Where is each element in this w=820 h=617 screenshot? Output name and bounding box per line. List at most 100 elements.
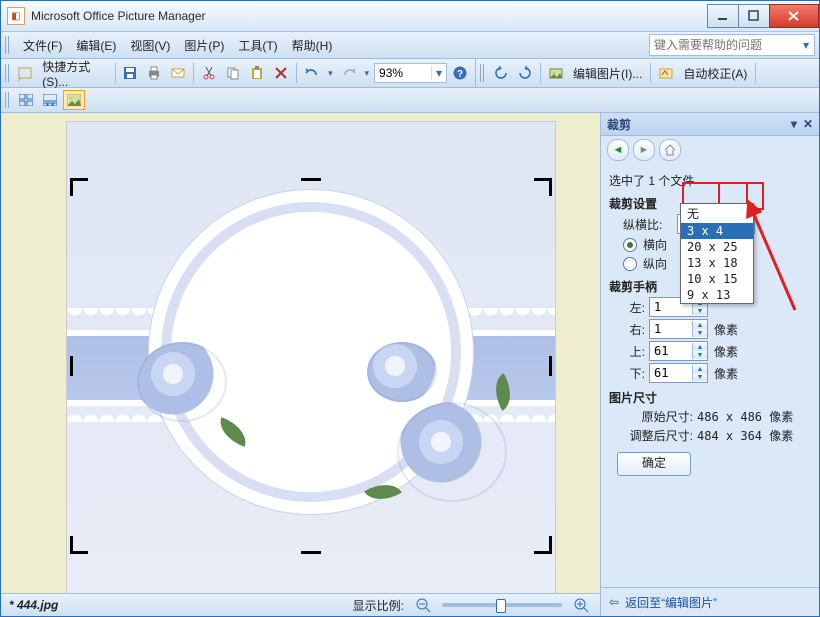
crop-handle-tl[interactable] bbox=[70, 178, 73, 196]
app-icon: ◧ bbox=[7, 7, 25, 25]
resized-row: 调整后尺寸: 484 x 364 像素 bbox=[623, 427, 811, 444]
spin-down-icon[interactable]: ▼ bbox=[693, 307, 707, 315]
print-icon[interactable] bbox=[143, 63, 165, 83]
spin-up-icon[interactable]: ▲ bbox=[693, 365, 707, 373]
mail-icon[interactable] bbox=[167, 63, 189, 83]
taskpane-menu-icon[interactable]: ▾ bbox=[791, 117, 797, 131]
nav-forward-icon[interactable]: ► bbox=[633, 139, 655, 161]
aspect-option[interactable]: 9 x 13 bbox=[681, 287, 753, 303]
zoom-out-icon[interactable] bbox=[412, 595, 434, 615]
crop-bottom-field[interactable]: ▲▼ bbox=[649, 363, 708, 383]
spin-down-icon[interactable]: ▼ bbox=[693, 329, 707, 337]
taskpane-close-icon[interactable]: ✕ bbox=[803, 117, 813, 131]
menu-tools[interactable]: 工具(T) bbox=[232, 35, 283, 56]
back-arrow-icon[interactable]: ⇦ bbox=[609, 595, 619, 609]
ok-button[interactable]: 确定 bbox=[617, 452, 691, 476]
crop-rectangle[interactable] bbox=[72, 180, 550, 552]
delete-icon[interactable] bbox=[270, 63, 292, 83]
spin-up-icon[interactable]: ▲ bbox=[693, 343, 707, 351]
crop-handle-bl[interactable] bbox=[70, 536, 73, 554]
redo-icon[interactable] bbox=[338, 63, 360, 83]
menu-picture[interactable]: 图片(P) bbox=[178, 35, 230, 56]
zoom-in-icon[interactable] bbox=[570, 595, 592, 615]
undo-icon[interactable] bbox=[301, 63, 323, 83]
single-view-icon[interactable] bbox=[63, 90, 85, 110]
crop-handle-br[interactable] bbox=[549, 536, 552, 554]
aspect-ratio-dropdown-list[interactable]: 无 3 x 4 20 x 25 13 x 18 10 x 15 9 x 13 bbox=[680, 203, 754, 304]
close-button[interactable] bbox=[769, 4, 819, 28]
rotate-left-icon[interactable] bbox=[490, 63, 512, 83]
menu-view[interactable]: 视图(V) bbox=[124, 35, 176, 56]
help-search[interactable]: ▾ bbox=[649, 34, 815, 56]
taskpane: 裁剪 ▾ ✕ ◄ ► 选中了 1 个文件 裁剪设置 纵横比: ▼ bbox=[600, 113, 819, 616]
crop-top-input[interactable] bbox=[650, 343, 692, 359]
aspect-option-selected[interactable]: 3 x 4 bbox=[681, 223, 753, 239]
edit-pictures-icon[interactable] bbox=[545, 63, 567, 83]
zoom-combo[interactable]: ▾ bbox=[374, 63, 447, 83]
resized-value: 484 x 364 像素 bbox=[697, 427, 793, 444]
crop-handle-left[interactable] bbox=[70, 356, 73, 376]
shortcut-button[interactable]: 快捷方式(S)... bbox=[38, 63, 110, 83]
orientation-vertical-radio[interactable] bbox=[623, 257, 637, 271]
back-to-edit-link[interactable]: 返回至“编辑图片” bbox=[625, 594, 717, 611]
zoom-input[interactable] bbox=[375, 65, 431, 81]
zoom-slider-thumb[interactable] bbox=[496, 599, 506, 613]
menubar-grip[interactable] bbox=[5, 36, 11, 54]
aspect-option[interactable]: 10 x 15 bbox=[681, 271, 753, 287]
undo-dropdown-icon[interactable]: ▾ bbox=[325, 67, 335, 79]
rotate-right-icon[interactable] bbox=[514, 63, 536, 83]
menu-file[interactable]: 文件(F) bbox=[17, 35, 68, 56]
filmstrip-view-icon[interactable] bbox=[39, 90, 61, 110]
aspect-option[interactable]: 无 bbox=[681, 204, 753, 223]
copy-icon[interactable] bbox=[222, 63, 244, 83]
aspect-option[interactable]: 20 x 25 bbox=[681, 239, 753, 255]
pixel-unit: 像素 bbox=[714, 343, 738, 360]
aspect-option[interactable]: 13 x 18 bbox=[681, 255, 753, 271]
crop-bottom-input[interactable] bbox=[650, 365, 692, 381]
help-search-input[interactable] bbox=[650, 36, 798, 54]
crop-right-input[interactable] bbox=[650, 321, 692, 337]
toolbar-grip-1[interactable] bbox=[5, 64, 10, 82]
zoom-dropdown-icon[interactable]: ▾ bbox=[431, 66, 446, 80]
cut-icon[interactable] bbox=[198, 63, 220, 83]
paste-icon[interactable] bbox=[246, 63, 268, 83]
aspect-ratio-label: 纵横比: bbox=[623, 216, 671, 233]
nav-back-icon[interactable]: ◄ bbox=[607, 139, 629, 161]
nav-home-icon[interactable] bbox=[659, 139, 681, 161]
spin-up-icon[interactable]: ▲ bbox=[693, 321, 707, 329]
separator bbox=[193, 63, 194, 83]
orientation-horizontal-radio[interactable] bbox=[623, 238, 637, 252]
maximize-button[interactable] bbox=[738, 4, 770, 28]
shortcut-icon[interactable] bbox=[14, 63, 36, 83]
crop-right-field[interactable]: ▲▼ bbox=[649, 319, 708, 339]
help-search-dropdown-icon[interactable]: ▾ bbox=[798, 38, 814, 52]
auto-correct-button[interactable]: 自动校正(A) bbox=[679, 63, 751, 83]
original-size-label: 原始尺寸: bbox=[623, 408, 693, 425]
zoom-slider[interactable] bbox=[442, 603, 562, 607]
crop-handle-tr[interactable] bbox=[549, 178, 552, 196]
taskpane-nav: ◄ ► bbox=[601, 136, 819, 164]
minimize-button[interactable] bbox=[707, 4, 739, 28]
thumbnail-view-icon[interactable] bbox=[15, 90, 37, 110]
crop-handle-bottom[interactable] bbox=[301, 551, 321, 554]
redo-dropdown-icon[interactable]: ▾ bbox=[362, 67, 372, 79]
spin-down-icon[interactable]: ▼ bbox=[693, 373, 707, 381]
orientation-horizontal-label: 横向 bbox=[643, 236, 667, 253]
picture[interactable] bbox=[66, 121, 556, 593]
selected-count: 选中了 1 个文件 bbox=[609, 172, 811, 189]
menu-help[interactable]: 帮助(H) bbox=[286, 35, 339, 56]
crop-top-field[interactable]: ▲▼ bbox=[649, 341, 708, 361]
toolbar-grip-2[interactable] bbox=[480, 64, 486, 82]
menu-edit[interactable]: 编辑(E) bbox=[70, 35, 122, 56]
auto-correct-icon[interactable] bbox=[655, 63, 677, 83]
original-size-row: 原始尺寸: 486 x 486 像素 bbox=[623, 408, 811, 425]
viewbar-grip[interactable] bbox=[5, 92, 11, 108]
edit-pictures-button[interactable]: 编辑图片(I)... bbox=[569, 63, 646, 83]
crop-handle-right[interactable] bbox=[549, 356, 552, 376]
help-icon[interactable]: ? bbox=[449, 63, 471, 83]
zoom-slider-track[interactable] bbox=[442, 603, 562, 607]
save-icon[interactable] bbox=[119, 63, 141, 83]
canvas[interactable] bbox=[1, 113, 600, 593]
spin-down-icon[interactable]: ▼ bbox=[693, 351, 707, 359]
crop-handle-top[interactable] bbox=[301, 178, 321, 181]
